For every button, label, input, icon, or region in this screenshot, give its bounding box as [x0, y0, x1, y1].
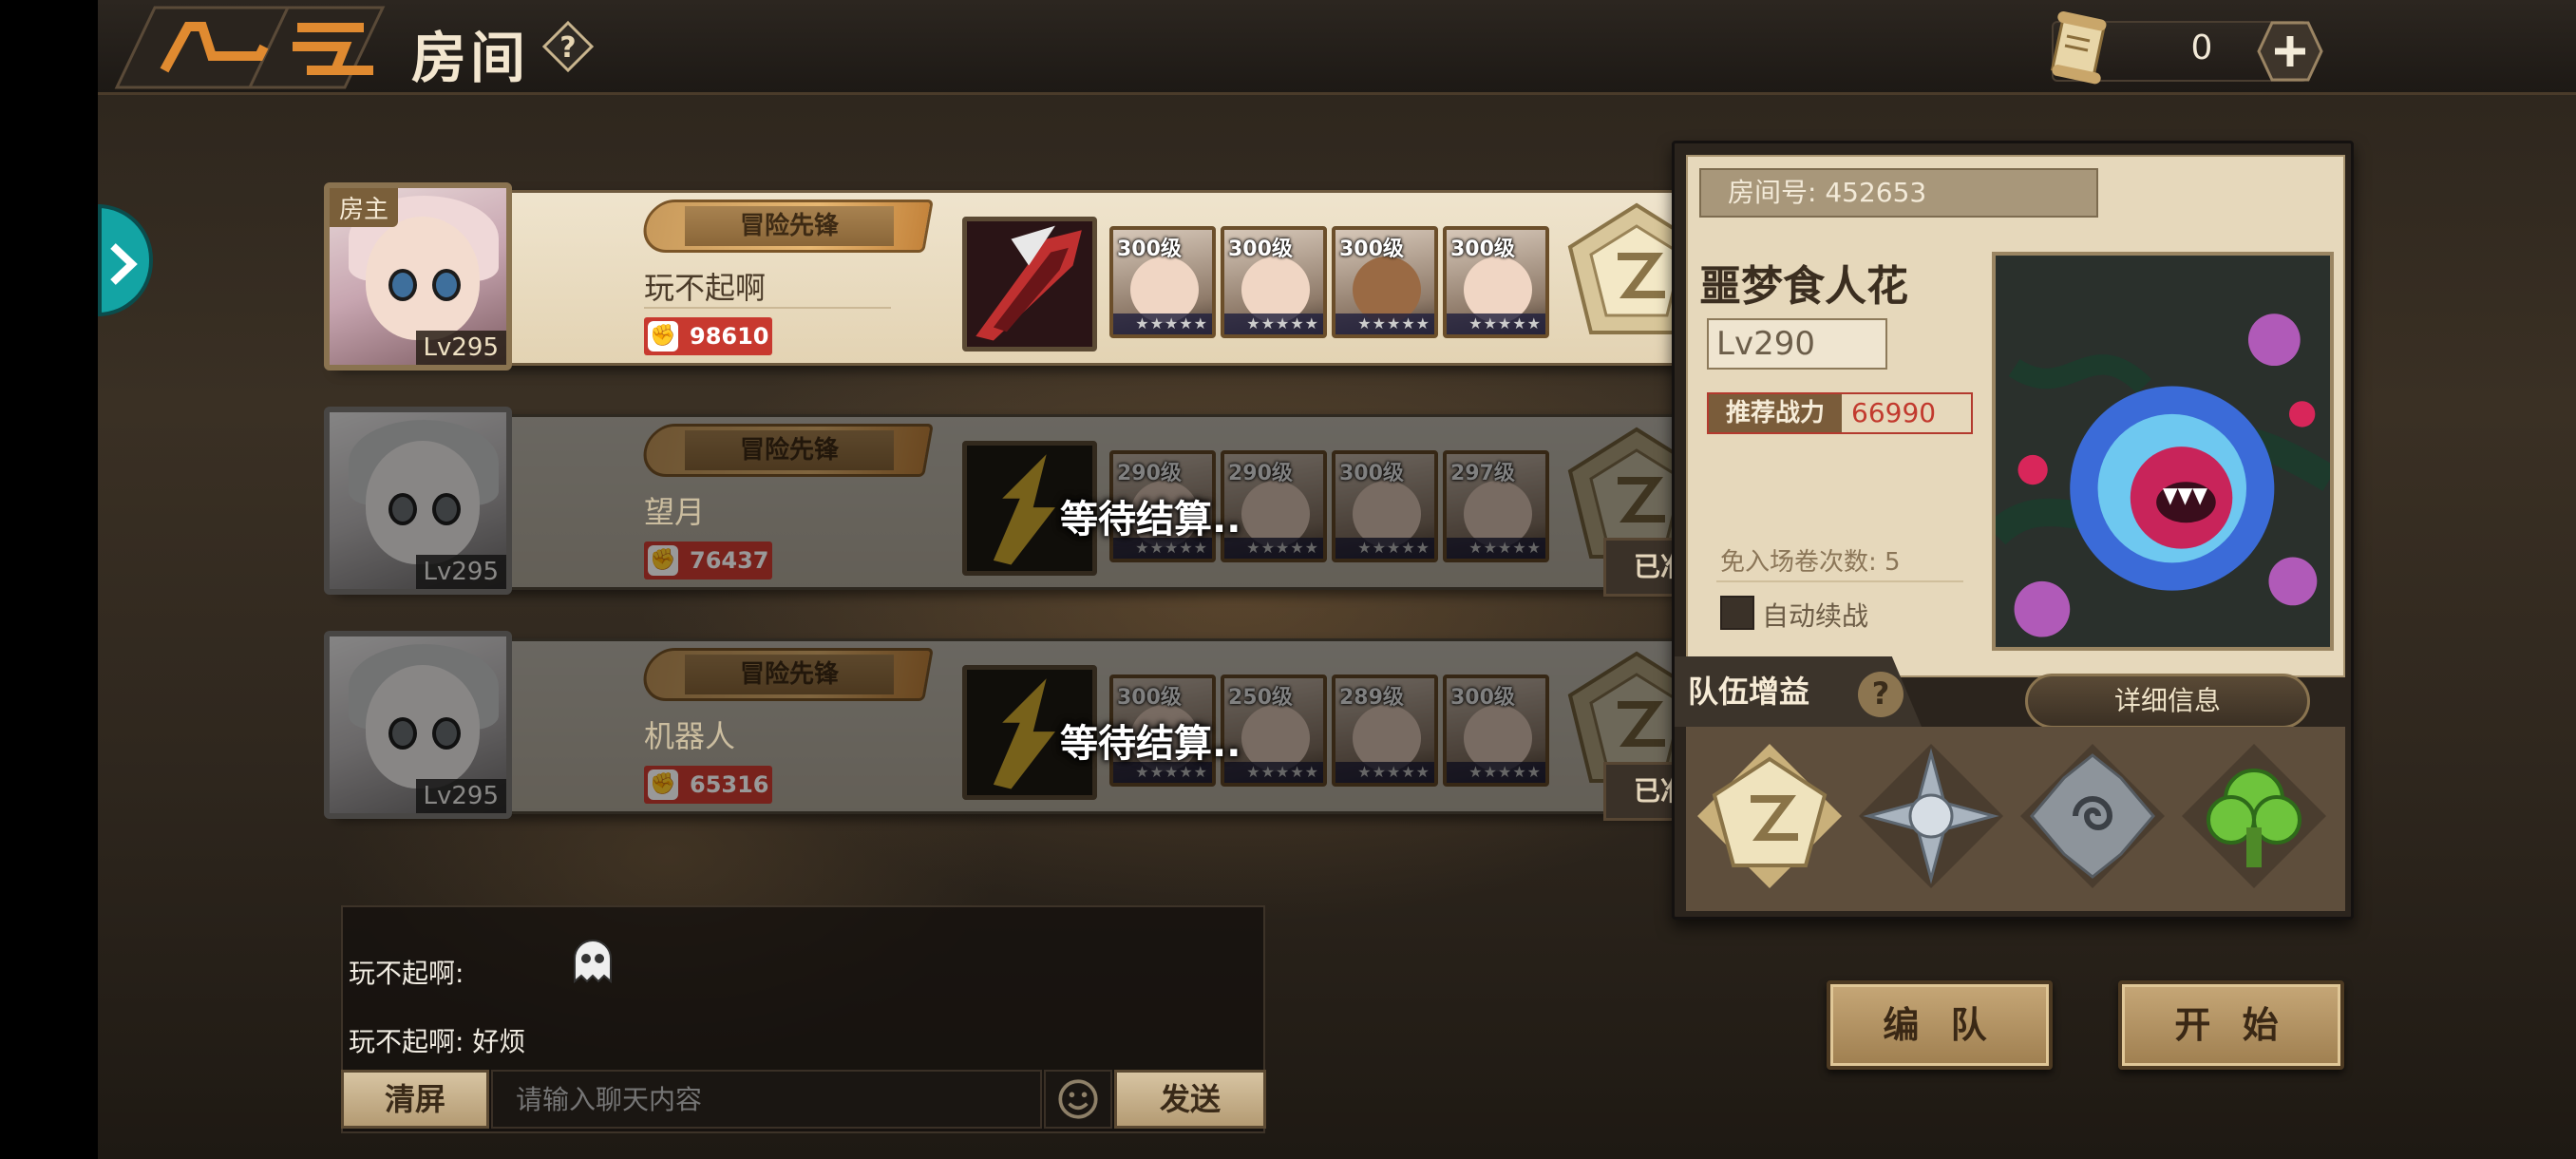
avatar[interactable]: 房主 Lv295	[324, 182, 512, 370]
chat-input[interactable]	[491, 1070, 1042, 1129]
hero-slot[interactable]: 300级 ★★★★★	[1109, 226, 1216, 338]
boss-level: Lv290	[1707, 318, 1887, 370]
player-level: Lv295	[415, 331, 506, 365]
form-team-button[interactable]: 编 队	[1827, 980, 2053, 1070]
player-name: 机器人	[644, 718, 736, 754]
star-emblem-icon[interactable]	[1694, 740, 1846, 892]
smiley-icon[interactable]	[1044, 1070, 1112, 1129]
combat-power: ✊ 76437	[644, 542, 772, 580]
chat-message: 玩不起啊: 好烦	[349, 1026, 526, 1057]
player-title-badge: 冒险先锋	[639, 200, 934, 253]
spiral-emblem-icon[interactable]	[2017, 740, 2169, 892]
player-name: 玩不起啊	[644, 270, 767, 306]
auto-continue-label: 自动续战	[1762, 600, 1869, 632]
recommended-power-label: 推荐战力	[1709, 394, 1842, 432]
hero-slot[interactable]: 300级 ★★★★★	[1332, 226, 1438, 338]
avatar[interactable]: Lv295	[324, 631, 512, 819]
game-logo-icon	[114, 6, 386, 89]
player-title-badge: 冒险先锋	[639, 648, 934, 701]
player-level: Lv295	[415, 555, 506, 589]
fist-icon: ✊	[648, 321, 678, 352]
hero-slot[interactable]: 300级 ★★★★★	[1332, 450, 1438, 562]
send-button[interactable]: 发送	[1114, 1070, 1266, 1129]
player-title-badge: 冒险先锋	[639, 424, 934, 477]
fist-icon: ✊	[648, 545, 678, 576]
free-entry-count: 免入场卷次数: 5	[1720, 548, 1901, 577]
waiting-status: 等待结算..	[1060, 722, 1241, 766]
hero-slot[interactable]: 297级 ★★★★★	[1443, 450, 1549, 562]
boss-info-panel: 房间号: 452653 噩梦食人花 Lv290 推荐战力 66990 免入场卷次…	[1672, 141, 2354, 920]
tree-emblem-icon[interactable]	[2178, 740, 2330, 892]
scroll-icon	[2050, 11, 2107, 85]
host-tag: 房主	[330, 188, 399, 227]
player-level: Lv295	[415, 779, 506, 813]
room-id: 房间号: 452653	[1699, 168, 2098, 218]
auto-continue-checkbox[interactable]	[1720, 596, 1754, 630]
team-bonus-area	[1686, 727, 2345, 911]
question-icon[interactable]: ?	[1858, 672, 1904, 717]
top-bar: 房间 ? 0	[98, 0, 2576, 95]
clear-chat-button[interactable]: 清屏	[341, 1070, 489, 1129]
hero-slot[interactable]: 300级 ★★★★★	[1443, 226, 1549, 338]
game-scene: 房间 ? 0 房主 Lv295 冒险先锋 玩不起啊 ✊ 98610 300级 ★…	[98, 0, 2576, 1159]
hero-slot[interactable]: 289级 ★★★★★	[1332, 674, 1438, 787]
question-icon[interactable]: ?	[542, 21, 594, 72]
waiting-status: 等待结算..	[1060, 498, 1241, 542]
plus-icon[interactable]	[2257, 21, 2323, 82]
combat-power: ✊ 65316	[644, 766, 772, 804]
fist-icon: ✊	[648, 770, 678, 800]
start-button[interactable]: 开 始	[2118, 980, 2344, 1070]
hero-slot[interactable]: 300级 ★★★★★	[1221, 226, 1327, 338]
combat-power: ✊ 98610	[644, 317, 772, 355]
boss-portrait	[1992, 252, 2334, 651]
boss-info-card: 房间号: 452653 噩梦食人花 Lv290 推荐战力 66990 免入场卷次…	[1686, 155, 2345, 729]
chat-message: 玩不起啊:	[349, 958, 464, 989]
recommended-power: 推荐战力 66990	[1707, 392, 1973, 434]
hero-slot[interactable]: 300级 ★★★★★	[1443, 674, 1549, 787]
detail-info-button[interactable]: 详细信息	[2025, 674, 2310, 729]
recommended-power-value: 66990	[1851, 397, 1937, 428]
scroll-count: 0	[2190, 28, 2213, 67]
compass-emblem-icon[interactable]	[1855, 740, 2007, 892]
side-expand-tab[interactable]	[98, 204, 153, 316]
chevron-right-icon	[110, 243, 138, 285]
player-name: 望月	[644, 494, 706, 530]
page-title: 房间	[411, 26, 530, 90]
boss-name: 噩梦食人花	[1699, 262, 1908, 311]
player-row: Lv295 冒险先锋 机器人 ✊ 65316 300级 ★★★★★ 250级 ★★★★…	[324, 631, 1760, 828]
ghost-emote-icon	[574, 940, 612, 983]
svg-text:?: ?	[559, 31, 576, 65]
player-row: 房主 Lv295 冒险先锋 玩不起啊 ✊ 98610 300级 ★★★★★ 300级…	[324, 182, 1760, 380]
player-row: Lv295 冒险先锋 望月 ✊ 76437 290级 ★★★★★ 290级 ★★★★★…	[324, 407, 1760, 604]
avatar[interactable]: Lv295	[324, 407, 512, 595]
weapon-slot	[962, 217, 1097, 352]
